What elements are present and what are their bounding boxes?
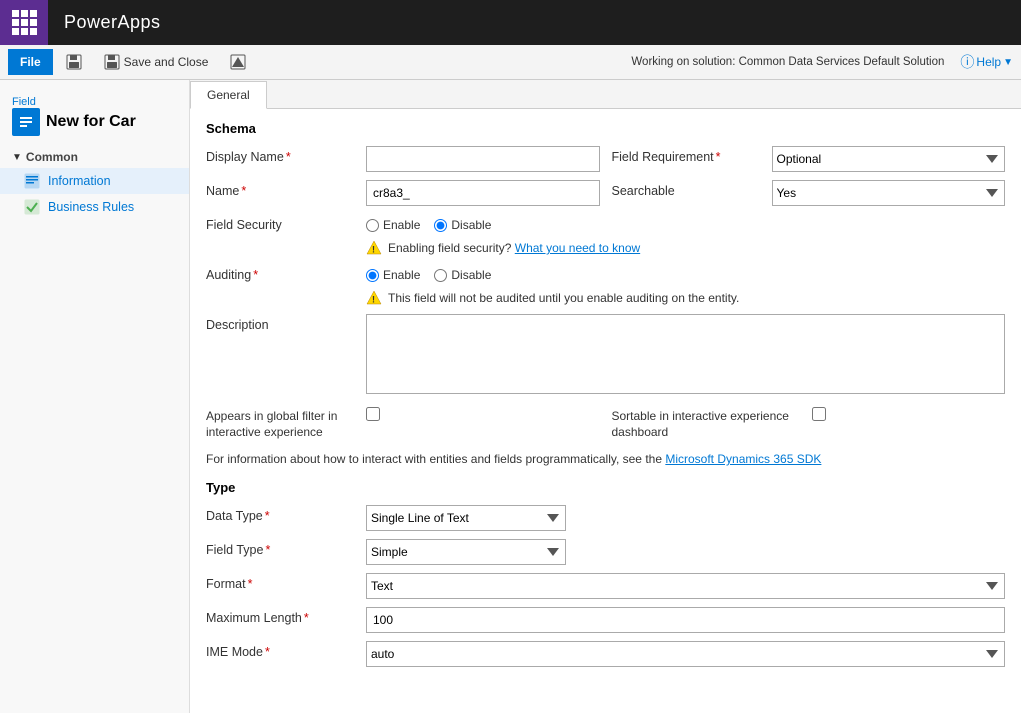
field-security-warning-row: ! Enabling field security? What you need… bbox=[206, 240, 1005, 256]
field-security-link[interactable]: What you need to know bbox=[515, 241, 640, 255]
field-security-enable-radio[interactable] bbox=[366, 219, 379, 232]
format-select[interactable]: Text Email URL Phone bbox=[366, 573, 1005, 599]
section-toggle-icon: ▼ bbox=[12, 152, 22, 163]
file-button[interactable]: File bbox=[8, 49, 53, 75]
toolbar: File Save and Close bbox=[0, 45, 1021, 80]
name-label: Name* bbox=[206, 180, 366, 198]
info-link-row: For information about how to interact wi… bbox=[206, 448, 1005, 476]
help-dropdown-icon: ▼ bbox=[1003, 57, 1013, 68]
svg-text:!: ! bbox=[372, 295, 375, 305]
format-label: Format* bbox=[206, 573, 366, 591]
sortable-checkbox[interactable] bbox=[812, 407, 826, 421]
auditing-warning-text: This field will not be audited until you… bbox=[388, 291, 739, 305]
auditing-warning-icon: ! bbox=[366, 290, 382, 306]
help-circle-icon: ⓘ bbox=[960, 52, 974, 72]
description-input[interactable] bbox=[366, 314, 1005, 394]
ime-mode-row: IME Mode* auto active inactive disabled bbox=[206, 641, 1005, 667]
waffle-icon bbox=[12, 10, 37, 35]
entity-header: Field New for Car bbox=[0, 90, 189, 142]
ime-mode-select[interactable]: auto active inactive disabled bbox=[366, 641, 1005, 667]
display-name-label: Display Name* bbox=[206, 146, 366, 164]
ime-mode-label: IME Mode* bbox=[206, 641, 366, 659]
field-security-label: Field Security bbox=[206, 214, 366, 232]
field-security-radio-group: Enable Disable bbox=[366, 214, 1005, 232]
help-label: Help bbox=[976, 55, 1001, 69]
working-solution-text: Working on solution: Common Data Service… bbox=[631, 56, 944, 68]
data-type-row: Data Type* Single Line of Text Whole Num… bbox=[206, 505, 1005, 531]
publish-icon bbox=[230, 54, 246, 70]
field-security-row: Field Security Enable Disable bbox=[206, 214, 1005, 232]
field-security-warning-text: Enabling field security? What you need t… bbox=[388, 241, 640, 255]
schema-section-title: Schema bbox=[206, 121, 1005, 136]
auditing-enable-radio[interactable] bbox=[366, 269, 379, 282]
searchable-select[interactable]: Yes No bbox=[772, 180, 1006, 206]
field-security-enable-label[interactable]: Enable bbox=[366, 218, 420, 232]
type-section: Type Data Type* Single Line of Text Whol… bbox=[206, 480, 1005, 667]
auditing-enable-label[interactable]: Enable bbox=[366, 268, 420, 282]
svg-text:!: ! bbox=[372, 245, 375, 255]
field-type-row: Field Type* Simple Calculated Rollup bbox=[206, 539, 1005, 565]
max-length-label: Maximum Length* bbox=[206, 607, 366, 625]
display-name-input[interactable] bbox=[366, 146, 600, 172]
warning-icon: ! bbox=[366, 240, 382, 256]
auditing-disable-radio[interactable] bbox=[434, 269, 447, 282]
business-rules-icon bbox=[24, 199, 40, 215]
waffle-button[interactable] bbox=[0, 0, 48, 45]
information-icon bbox=[24, 173, 40, 189]
form-body: Schema Display Name* bbox=[190, 109, 1021, 687]
tab-general[interactable]: General bbox=[190, 81, 267, 109]
tabs-bar: General bbox=[190, 80, 1021, 109]
publish-button[interactable] bbox=[221, 49, 255, 75]
common-label: Common bbox=[26, 150, 78, 164]
max-length-row: Maximum Length* bbox=[206, 607, 1005, 633]
save-close-button[interactable]: Save and Close bbox=[95, 49, 218, 75]
entity-label: Field bbox=[12, 96, 177, 108]
entity-icon bbox=[12, 108, 40, 136]
name-input[interactable] bbox=[366, 180, 600, 206]
type-section-title: Type bbox=[206, 480, 1005, 495]
auditing-radio-group: Enable Disable bbox=[366, 264, 1005, 282]
common-section-header: ▼ Common bbox=[0, 142, 189, 168]
field-type-label: Field Type* bbox=[206, 539, 366, 557]
data-type-select[interactable]: Single Line of Text Whole Number Decimal… bbox=[366, 505, 566, 531]
sidebar-item-business-rules[interactable]: Business Rules bbox=[0, 194, 189, 220]
working-solution-bar: Working on solution: Common Data Service… bbox=[631, 52, 944, 72]
display-name-row: Display Name* Field Requirement* bbox=[206, 146, 1005, 180]
description-row: Description bbox=[206, 314, 1005, 397]
app-title: PowerApps bbox=[48, 12, 177, 33]
dynamics-sdk-link[interactable]: Microsoft Dynamics 365 SDK bbox=[665, 452, 821, 466]
appears-filter-label: Appears in global filter in interactive … bbox=[206, 405, 366, 440]
format-row: Format* Text Email URL Phone bbox=[206, 573, 1005, 599]
field-security-disable-label[interactable]: Disable bbox=[434, 218, 491, 232]
name-row: Name* Searchable Yes bbox=[206, 180, 1005, 214]
description-label: Description bbox=[206, 314, 366, 332]
save-close-label: Save and Close bbox=[124, 55, 209, 69]
sidebar: Field New for Car ▼ Common bbox=[0, 80, 190, 713]
save-close-icon bbox=[104, 54, 120, 70]
field-icon bbox=[18, 114, 34, 130]
information-label: Information bbox=[48, 174, 111, 188]
appears-filter-checkbox[interactable] bbox=[366, 407, 380, 421]
field-requirement-label: Field Requirement* bbox=[612, 146, 772, 164]
save-button[interactable] bbox=[57, 49, 91, 75]
field-type-select[interactable]: Simple Calculated Rollup bbox=[366, 539, 566, 565]
help-button[interactable]: ⓘ Help ▼ bbox=[960, 52, 1013, 72]
max-length-input[interactable] bbox=[366, 607, 1005, 633]
auditing-warning-row: ! This field will not be audited until y… bbox=[206, 290, 1005, 306]
data-type-label: Data Type* bbox=[206, 505, 366, 523]
auditing-row: Auditing* Enable Disable bbox=[206, 264, 1005, 282]
searchable-label: Searchable bbox=[612, 180, 772, 198]
content-area: General Schema Display Name* bbox=[190, 80, 1021, 713]
entity-name: New for Car bbox=[46, 113, 136, 131]
auditing-disable-label[interactable]: Disable bbox=[434, 268, 491, 282]
field-requirement-select[interactable]: Optional Business Recommended Business R… bbox=[772, 146, 1006, 172]
field-security-disable-radio[interactable] bbox=[434, 219, 447, 232]
sidebar-item-information[interactable]: Information bbox=[0, 168, 189, 194]
business-rules-label: Business Rules bbox=[48, 200, 134, 214]
save-icon bbox=[66, 54, 82, 70]
sortable-label: Sortable in interactive experience dashb… bbox=[612, 405, 812, 440]
auditing-label: Auditing* bbox=[206, 264, 366, 282]
checkbox-row: Appears in global filter in interactive … bbox=[206, 405, 1005, 440]
